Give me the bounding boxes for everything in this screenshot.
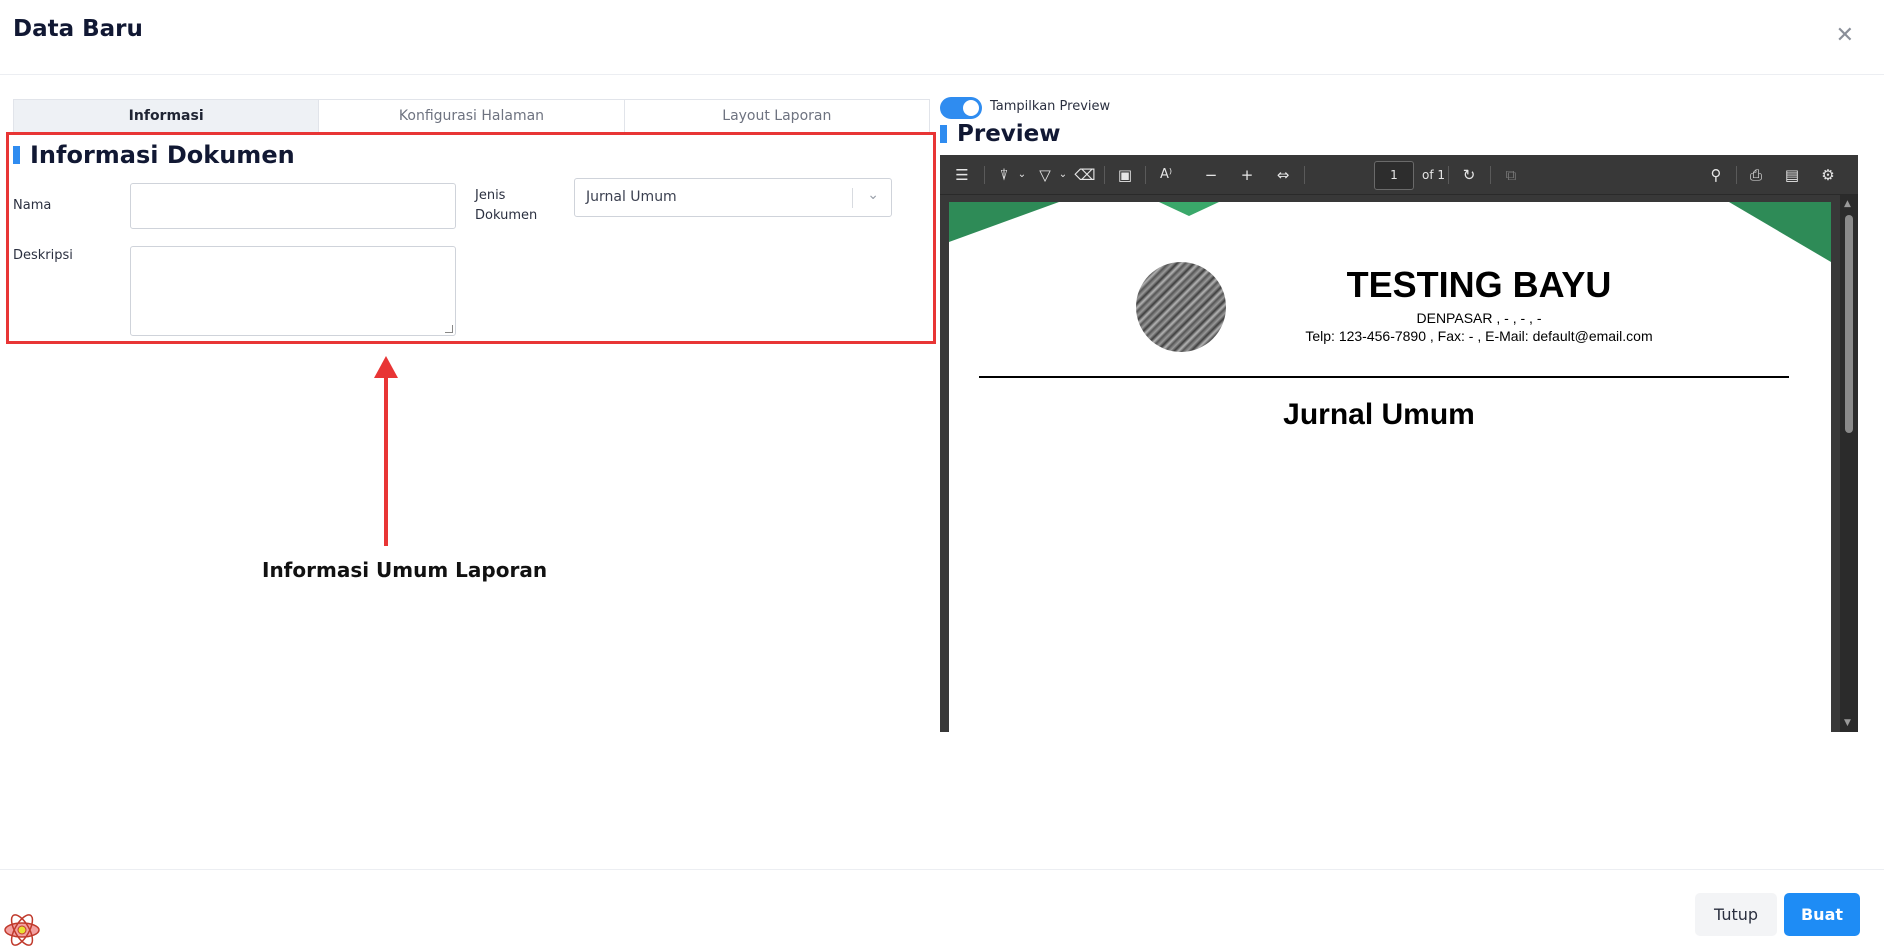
doc-company-name: TESTING BAYU bbox=[1346, 264, 1612, 305]
close-icon[interactable]: ✕ bbox=[1836, 24, 1854, 48]
toolbar-divider bbox=[1736, 166, 1737, 184]
tutup-button[interactable]: Tutup bbox=[1695, 893, 1777, 936]
company-logo bbox=[1136, 262, 1226, 352]
doc-address: DENPASAR , - , - , - bbox=[1416, 310, 1542, 326]
settings-icon[interactable]: ⚙ bbox=[1817, 164, 1839, 186]
react-logo-icon bbox=[4, 914, 40, 946]
page-total: of 1 bbox=[1422, 168, 1446, 182]
doc-contact: Telp: 123-456-7890 , Fax: - , E-Mail: de… bbox=[1305, 328, 1653, 344]
save-icon[interactable]: ▤ bbox=[1781, 164, 1803, 186]
modal-footer bbox=[0, 869, 1884, 952]
annotation-highlight-box bbox=[6, 132, 936, 344]
print-icon[interactable]: ⎙ bbox=[1745, 164, 1767, 186]
text-box-icon[interactable]: ▣ bbox=[1114, 164, 1136, 186]
pdf-toolbar: ☰ ⍒ ⌄ ▽ ⌄ ⌫ ▣ A⁾ − + ⇔ 1 of 1 ↻ ⧉ ⚲ ⎙ ▤ … bbox=[940, 155, 1858, 195]
scroll-down-icon[interactable]: ▼ bbox=[1844, 718, 1851, 728]
rotate-icon[interactable]: ↻ bbox=[1458, 164, 1480, 186]
fit-page-icon[interactable]: ⇔ bbox=[1272, 164, 1294, 186]
sidebar-icon[interactable]: ☰ bbox=[951, 164, 973, 186]
zoom-in-icon[interactable]: + bbox=[1236, 164, 1258, 186]
preview-header: Preview bbox=[940, 120, 1061, 148]
chevron-down-icon[interactable]: ⌄ bbox=[1011, 164, 1033, 186]
toolbar-divider bbox=[1304, 166, 1305, 184]
preview-toggle[interactable] bbox=[940, 97, 982, 119]
annotation-arrow-line bbox=[384, 372, 388, 546]
modal-header: Data Baru ✕ bbox=[0, 0, 1884, 75]
pdf-viewer: ☰ ⍒ ⌄ ▽ ⌄ ⌫ ▣ A⁾ − + ⇔ 1 of 1 ↻ ⧉ ⚲ ⎙ ▤ … bbox=[940, 155, 1858, 732]
toggle-knob bbox=[963, 100, 979, 116]
toolbar-divider bbox=[1490, 166, 1491, 184]
tab-bar: Informasi Konfigurasi Halaman Layout Lap… bbox=[13, 99, 930, 133]
buat-button[interactable]: Buat bbox=[1784, 893, 1860, 936]
toolbar-divider bbox=[1448, 166, 1449, 184]
preview-accent-bar bbox=[940, 125, 947, 143]
doc-title: Jurnal Umum bbox=[1283, 398, 1475, 431]
read-aloud-icon[interactable]: A⁾ bbox=[1155, 164, 1177, 186]
scroll-thumb[interactable] bbox=[1845, 215, 1853, 433]
new-data-modal: Data Baru ✕ Informasi Konfigurasi Halama… bbox=[0, 0, 1884, 952]
toolbar-divider bbox=[984, 166, 985, 184]
toolbar-divider bbox=[1104, 166, 1105, 184]
search-icon[interactable]: ⚲ bbox=[1705, 164, 1727, 186]
tab-informasi[interactable]: Informasi bbox=[14, 100, 320, 132]
doc-divider bbox=[979, 376, 1789, 378]
preview-title: Preview bbox=[957, 121, 1061, 147]
page-number-input[interactable]: 1 bbox=[1374, 161, 1414, 190]
tab-layout-laporan[interactable]: Layout Laporan bbox=[624, 100, 929, 132]
zoom-out-icon[interactable]: − bbox=[1200, 164, 1222, 186]
annotation-label: Informasi Umum Laporan bbox=[262, 558, 548, 582]
modal-title: Data Baru bbox=[13, 16, 143, 42]
preview-toggle-label: Tampilkan Preview bbox=[990, 99, 1111, 114]
pdf-scrollbar[interactable]: ▲ ▼ bbox=[1840, 195, 1858, 732]
chevron-down-icon[interactable]: ⌄ bbox=[1052, 164, 1074, 186]
eraser-icon[interactable]: ⌫ bbox=[1074, 164, 1096, 186]
toolbar-divider bbox=[1145, 166, 1146, 184]
two-page-icon[interactable]: ⧉ bbox=[1500, 164, 1522, 186]
tab-konfigurasi-halaman[interactable]: Konfigurasi Halaman bbox=[319, 100, 625, 132]
pdf-page: TESTING BAYU DENPASAR , - , - , - Telp: … bbox=[949, 202, 1831, 732]
scroll-up-icon[interactable]: ▲ bbox=[1844, 199, 1851, 209]
